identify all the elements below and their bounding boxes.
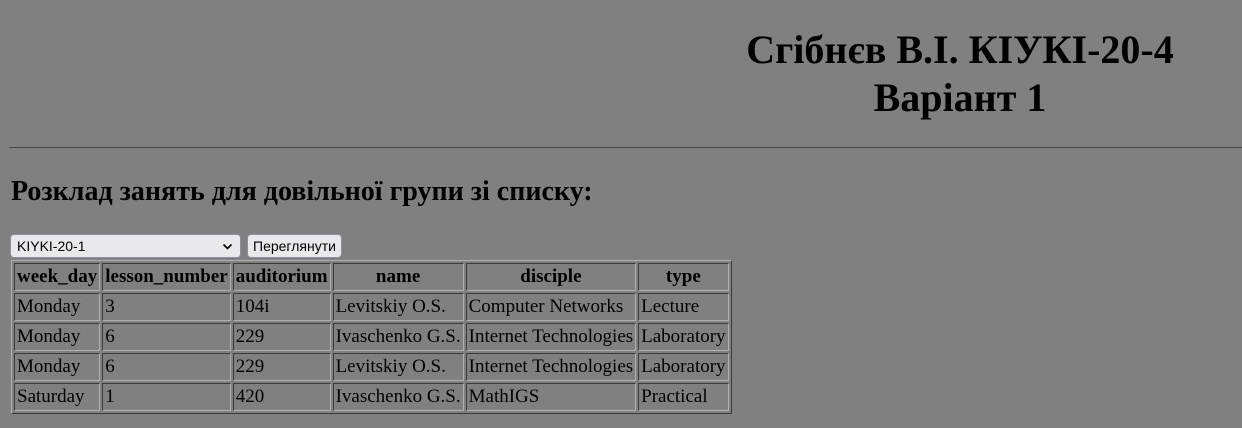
cell-week-day: Monday (14, 323, 101, 351)
cell-week-day: Monday (14, 293, 101, 321)
cell-type: Lecture (638, 293, 729, 321)
schedule-table: week_day lesson_number auditorium name d… (11, 260, 732, 414)
table-row: Monday 6 229 Levitskiy O.S. Internet Tec… (14, 353, 729, 381)
cell-auditorium: 104i (232, 293, 331, 321)
cell-name: Levitskiy O.S. (332, 353, 464, 381)
cell-name: Ivaschenko G.S. (332, 383, 464, 411)
column-header-type: type (638, 263, 729, 291)
cell-lesson-number: 6 (102, 353, 231, 381)
cell-disciple: Internet Technologies (465, 353, 637, 381)
group-select-value: KIYKI-20-1 (17, 238, 86, 254)
cell-lesson-number: 6 (102, 323, 231, 351)
header-divider (9, 147, 1242, 148)
author-title: Сгібнєв В.І. КІУКІ-20-4 (746, 27, 1174, 72)
cell-disciple: Internet Technologies (465, 323, 637, 351)
cell-week-day: Monday (14, 353, 101, 381)
cell-week-day: Saturday (14, 383, 101, 411)
cell-type: Laboratory (638, 353, 729, 381)
table-header-row: week_day lesson_number auditorium name d… (14, 263, 729, 291)
column-header-disciple: disciple (465, 263, 637, 291)
table-row: Monday 6 229 Ivaschenko G.S. Internet Te… (14, 323, 729, 351)
cell-disciple: Computer Networks (465, 293, 637, 321)
cell-lesson-number: 1 (102, 383, 231, 411)
cell-type: Practical (638, 383, 729, 411)
chevron-down-icon (222, 243, 233, 250)
table-row: Saturday 1 420 Ivaschenko G.S. MathIGS P… (14, 383, 729, 411)
cell-lesson-number: 3 (102, 293, 231, 321)
view-button[interactable]: Переглянути (247, 234, 342, 258)
group-select[interactable]: KIYKI-20-1 (10, 234, 241, 258)
cell-type: Laboratory (638, 323, 729, 351)
section-heading: Розклад занять для довільної групи зі сп… (11, 176, 593, 207)
table-row: Monday 3 104i Levitskiy O.S. Computer Ne… (14, 293, 729, 321)
column-header-auditorium: auditorium (232, 263, 331, 291)
cell-name: Levitskiy O.S. (332, 293, 464, 321)
cell-auditorium: 229 (232, 353, 331, 381)
cell-name: Ivaschenko G.S. (332, 323, 464, 351)
column-header-week-day: week_day (14, 263, 101, 291)
page-header: Сгібнєв В.І. КІУКІ-20-4 Варіант 1 (0, 0, 1242, 148)
cell-auditorium: 229 (232, 323, 331, 351)
variant-title: Варіант 1 (873, 75, 1047, 120)
cell-disciple: MathIGS (465, 383, 637, 411)
column-header-name: name (332, 263, 464, 291)
column-header-lesson-number: lesson_number (102, 263, 231, 291)
cell-auditorium: 420 (232, 383, 331, 411)
